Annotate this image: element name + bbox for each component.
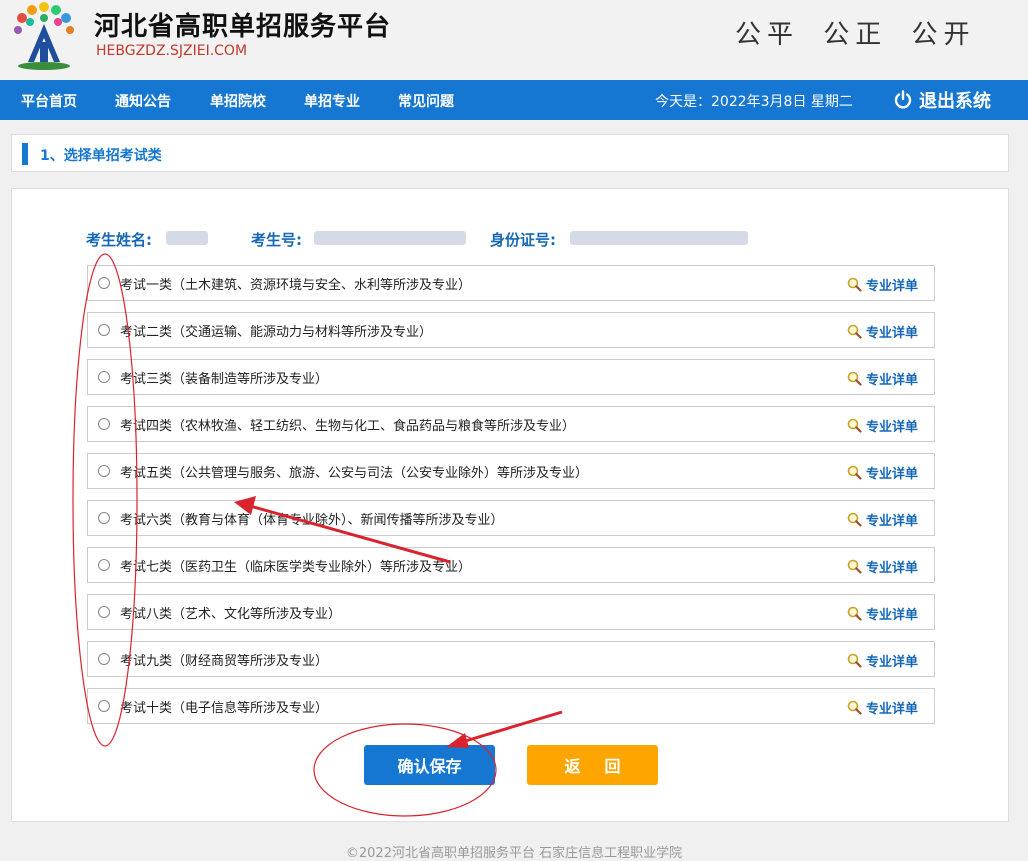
major-detail-link[interactable]: 专业详单 <box>847 510 918 529</box>
major-detail-label: 专业详单 <box>866 279 919 294</box>
exam-no-redacted <box>314 231 466 245</box>
exam-option-row[interactable]: 考试七类（医药卫生（临床医学类专业除外）等所涉及专业） 专业详单 <box>87 547 935 583</box>
exam-option-radio[interactable] <box>98 418 110 430</box>
nav-home[interactable]: 平台首页 <box>21 91 77 111</box>
major-detail-link[interactable]: 专业详单 <box>847 322 918 341</box>
major-detail-link[interactable]: 专业详单 <box>847 557 918 576</box>
exam-option-radio[interactable] <box>98 559 110 571</box>
major-detail-link[interactable]: 专业详单 <box>847 604 918 623</box>
exam-option-label: 考试一类（土木建筑、资源环境与安全、水利等所涉及专业） <box>120 278 472 293</box>
site-domain: HEBGZDZ.SJZIEI.COM <box>96 43 248 59</box>
footer: ©2022河北省高职单招服务平台 石家庄信息工程职业学院 <box>345 846 683 861</box>
magnifier-icon <box>847 277 862 292</box>
current-date: 今天是：2022年3月8日 星期二 <box>655 94 853 110</box>
exam-option-row[interactable]: 考试三类（装备制造等所涉及专业） 专业详单 <box>87 359 935 395</box>
logout-button[interactable]: 退出系统 <box>893 88 991 112</box>
logout-label: 退出系统 <box>919 91 991 112</box>
major-detail-label: 专业详单 <box>866 702 919 717</box>
exam-option-radio[interactable] <box>98 277 110 289</box>
exam-option-row[interactable]: 考试二类（交通运输、能源动力与材料等所涉及专业） 专业详单 <box>87 312 935 348</box>
exam-option-radio[interactable] <box>98 653 110 665</box>
major-detail-label: 专业详单 <box>866 514 919 529</box>
magnifier-icon <box>847 606 862 621</box>
id-no-label: 身份证号: <box>490 231 556 249</box>
major-detail-label: 专业详单 <box>866 467 919 482</box>
major-detail-label: 专业详单 <box>866 561 919 576</box>
nav-faq[interactable]: 常见问题 <box>398 91 454 111</box>
exam-option-radio[interactable] <box>98 324 110 336</box>
exam-option-label: 考试十类（电子信息等所涉及专业） <box>120 701 329 716</box>
student-name-label: 考生姓名: <box>86 231 152 249</box>
back-button[interactable]: 返回 <box>527 745 658 785</box>
main-nav: 平台首页 通知公告 单招院校 单招专业 常见问题 今天是：2022年3月8日 星… <box>0 80 1028 120</box>
section-header: 1、选择单招考试类 <box>11 134 1009 172</box>
exam-option-row[interactable]: 考试九类（财经商贸等所涉及专业） 专业详单 <box>87 641 935 677</box>
exam-option-radio[interactable] <box>98 512 110 524</box>
power-icon <box>894 90 912 109</box>
nav-colleges[interactable]: 单招院校 <box>210 91 266 111</box>
slogan: 公平 公正 公开 <box>735 20 976 50</box>
exam-option-radio[interactable] <box>98 371 110 383</box>
exam-option-label: 考试八类（艺术、文化等所涉及专业） <box>120 607 342 622</box>
logo-icon <box>14 2 74 70</box>
major-detail-link[interactable]: 专业详单 <box>847 698 918 717</box>
section-title: 1、选择单招考试类 <box>40 148 162 164</box>
major-detail-link[interactable]: 专业详单 <box>847 463 918 482</box>
exam-option-row[interactable]: 考试四类（农林牧渔、轻工纺织、生物与化工、食品药品与粮食等所涉及专业） 专业详单 <box>87 406 935 442</box>
exam-option-radio[interactable] <box>98 465 110 477</box>
magnifier-icon <box>847 418 862 433</box>
magnifier-icon <box>847 371 862 386</box>
major-detail-label: 专业详单 <box>866 655 919 670</box>
exam-option-label: 考试二类（交通运输、能源动力与材料等所涉及专业） <box>120 325 433 340</box>
exam-option-row[interactable]: 考试五类（公共管理与服务、旅游、公安与司法（公安专业除外）等所涉及专业） 专业详单 <box>87 453 935 489</box>
major-detail-link[interactable]: 专业详单 <box>847 651 918 670</box>
major-detail-link[interactable]: 专业详单 <box>847 416 918 435</box>
major-detail-label: 专业详单 <box>866 608 919 623</box>
exam-option-row[interactable]: 考试六类（教育与体育（体育专业除外）、新闻传播等所涉及专业） 专业详单 <box>87 500 935 536</box>
site-header: 河北省高职单招服务平台 HEBGZDZ.SJZIEI.COM 公平 公正 公开 <box>0 0 1028 80</box>
exam-option-label: 考试四类（农林牧渔、轻工纺织、生物与化工、食品药品与粮食等所涉及专业） <box>120 419 576 434</box>
magnifier-icon <box>847 700 862 715</box>
exam-option-label: 考试五类（公共管理与服务、旅游、公安与司法（公安专业除外）等所涉及专业） <box>120 466 589 481</box>
exam-option-label: 考试三类（装备制造等所涉及专业） <box>120 372 329 387</box>
major-detail-link[interactable]: 专业详单 <box>847 369 918 388</box>
magnifier-icon <box>847 559 862 574</box>
exam-category-panel: 考生姓名: 考生号: 身份证号: 考试一类（土木建筑、资源环境与安全、水利等所涉… <box>11 188 1009 822</box>
exam-option-label: 考试七类（医药卫生（临床医学类专业除外）等所涉及专业） <box>120 560 472 575</box>
exam-option-row[interactable]: 考试一类（土木建筑、资源环境与安全、水利等所涉及专业） 专业详单 <box>87 265 935 301</box>
site-title: 河北省高职单招服务平台 <box>94 12 392 42</box>
magnifier-icon <box>847 465 862 480</box>
exam-option-row[interactable]: 考试八类（艺术、文化等所涉及专业） 专业详单 <box>87 594 935 630</box>
major-detail-link[interactable]: 专业详单 <box>847 275 918 294</box>
confirm-save-button[interactable]: 确认保存 <box>364 745 495 785</box>
magnifier-icon <box>847 324 862 339</box>
major-detail-label: 专业详单 <box>866 420 919 435</box>
id-no-redacted <box>570 231 748 245</box>
magnifier-icon <box>847 653 862 668</box>
major-detail-label: 专业详单 <box>866 326 919 341</box>
exam-option-radio[interactable] <box>98 700 110 712</box>
exam-option-row[interactable]: 考试十类（电子信息等所涉及专业） 专业详单 <box>87 688 935 724</box>
exam-option-radio[interactable] <box>98 606 110 618</box>
magnifier-icon <box>847 512 862 527</box>
exam-option-label: 考试六类（教育与体育（体育专业除外）、新闻传播等所涉及专业） <box>120 513 504 528</box>
exam-option-label: 考试九类（财经商贸等所涉及专业） <box>120 654 329 669</box>
section-accent <box>22 143 28 165</box>
nav-notices[interactable]: 通知公告 <box>115 91 171 111</box>
exam-no-label: 考生号: <box>251 231 302 249</box>
student-name-redacted <box>166 231 208 245</box>
major-detail-label: 专业详单 <box>866 373 919 388</box>
nav-majors[interactable]: 单招专业 <box>304 91 360 111</box>
